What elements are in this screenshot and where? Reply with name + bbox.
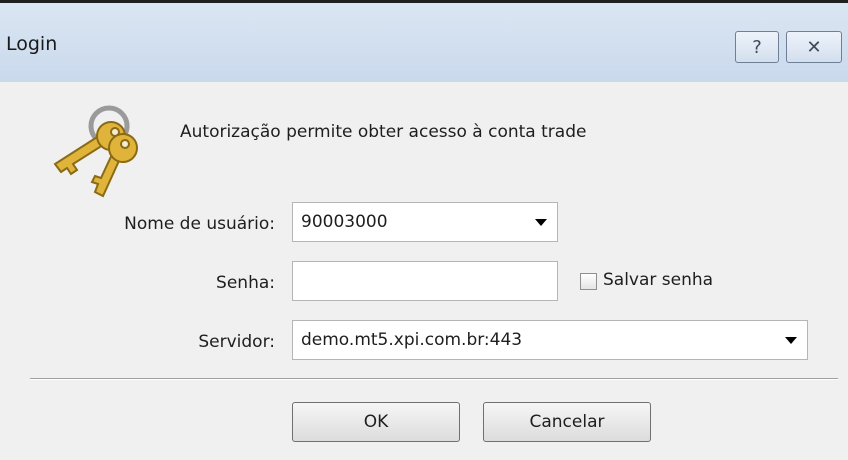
login-dialog: Login ? ✕ Autorização permite obter aces… xyxy=(0,0,848,460)
server-label: Servidor: xyxy=(198,332,275,352)
divider xyxy=(30,378,838,380)
save-password-label[interactable]: Salvar senha xyxy=(603,270,713,290)
server-combobox[interactable]: demo.mt5.xpi.com.br:443 xyxy=(292,320,808,360)
help-icon: ? xyxy=(752,36,762,58)
dialog-prompt: Autorização permite obter acesso à conta… xyxy=(180,122,587,142)
chevron-down-icon[interactable] xyxy=(535,219,547,226)
window-title: Login xyxy=(6,33,58,55)
username-combobox[interactable]: 90003000 xyxy=(292,202,558,242)
ok-button[interactable]: OK xyxy=(292,402,460,442)
cancel-button-label: Cancelar xyxy=(529,412,605,432)
help-button[interactable]: ? xyxy=(735,31,779,63)
ok-button-label: OK xyxy=(363,412,389,432)
title-bar[interactable]: Login ? ✕ xyxy=(0,0,848,82)
chevron-down-icon[interactable] xyxy=(785,337,797,344)
password-field[interactable] xyxy=(292,261,558,301)
username-label: Nome de usuário: xyxy=(124,214,275,234)
cancel-button[interactable]: Cancelar xyxy=(483,402,651,442)
close-icon: ✕ xyxy=(806,36,822,58)
server-value: demo.mt5.xpi.com.br:443 xyxy=(301,330,523,350)
username-value: 90003000 xyxy=(301,212,388,232)
password-label: Senha: xyxy=(216,273,275,293)
keys-icon xyxy=(53,105,138,198)
close-button[interactable]: ✕ xyxy=(786,31,842,63)
save-password-checkbox[interactable] xyxy=(580,273,597,290)
